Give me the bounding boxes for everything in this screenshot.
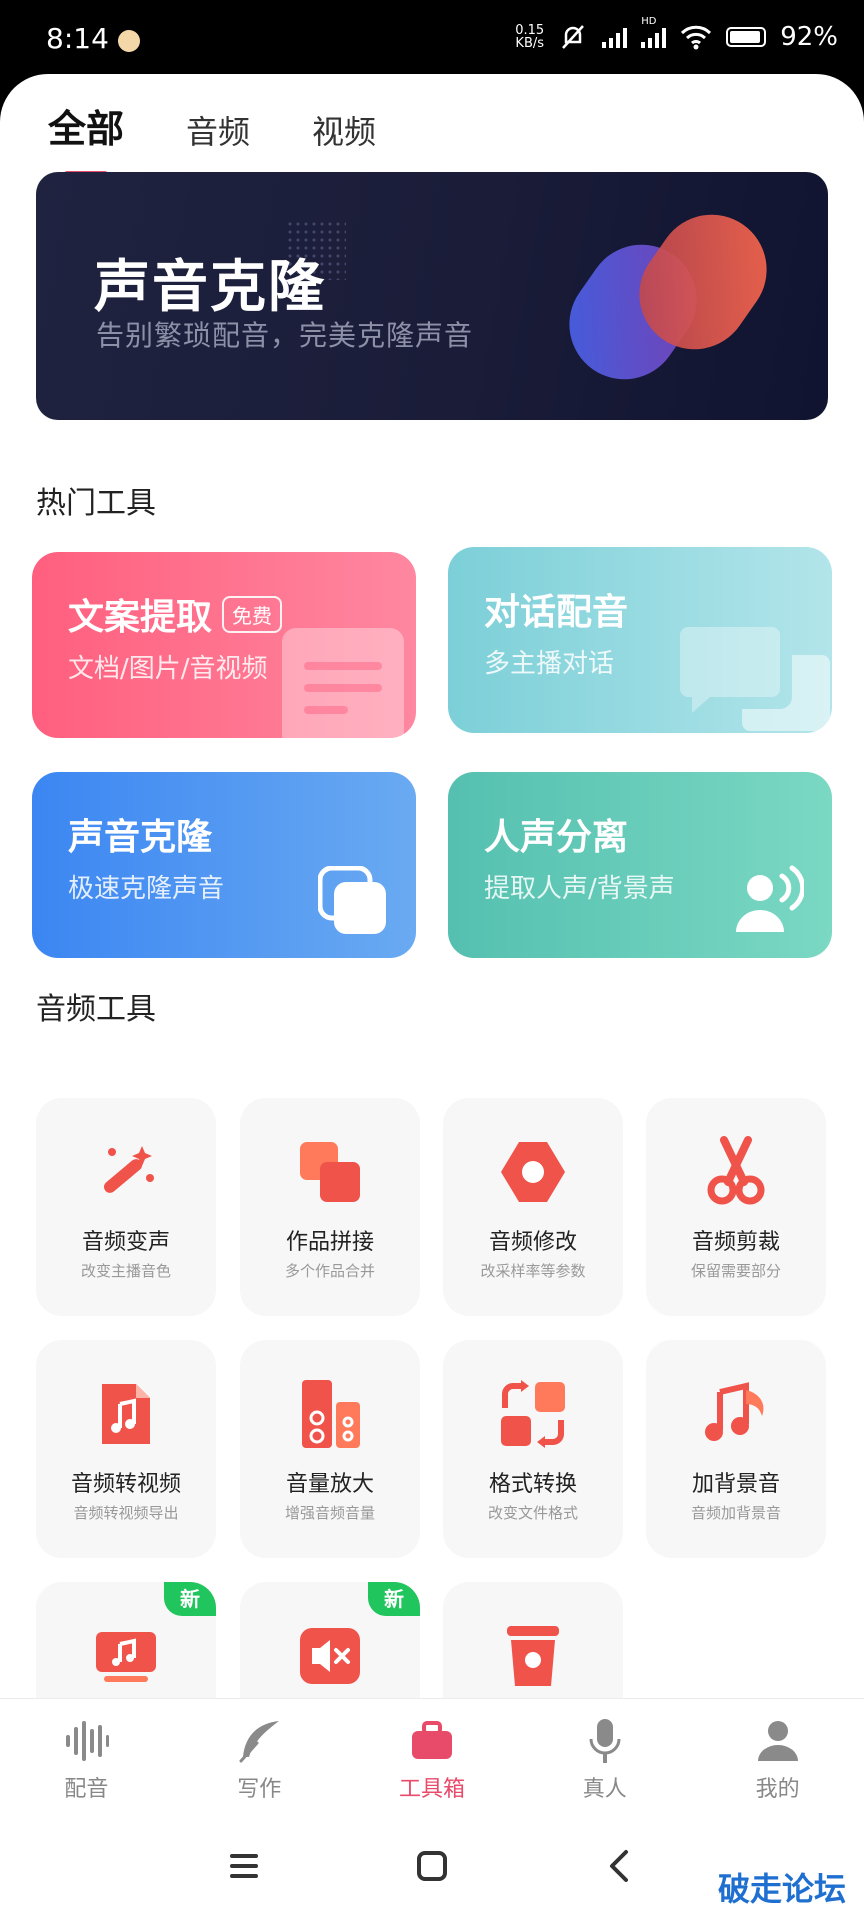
- tool-subtitle: 增强音频音量: [284, 1504, 375, 1522]
- profile-icon: [757, 1721, 798, 1761]
- new-badge: 新: [164, 1582, 216, 1616]
- tab-video[interactable]: 视频: [312, 107, 376, 153]
- status-bar: 8:14 0.15 KB/s HD 92%: [0, 0, 864, 76]
- convert-icon: [501, 1380, 565, 1448]
- tool-subtitle: 保留需要部分: [690, 1262, 781, 1280]
- speaker-icon: [302, 1380, 360, 1448]
- tool-title: 音频剪裁: [691, 1230, 780, 1255]
- nav-label: 工具箱: [398, 1777, 465, 1802]
- audio-tool-volume-boost[interactable]: 音量放大 增强音频音量: [240, 1340, 420, 1558]
- nav-writing[interactable]: 写作: [173, 1699, 346, 1818]
- tool-title: 作品拼接: [285, 1230, 374, 1255]
- free-badge: 免费: [222, 595, 283, 633]
- notification-icon: [118, 30, 140, 52]
- chat-bubbles-icon: [680, 627, 830, 731]
- trash-icon: [507, 1626, 559, 1686]
- nav-label: 写作: [237, 1777, 282, 1802]
- watermark: 破走论坛: [717, 1870, 846, 1908]
- new-badge: 新: [368, 1582, 420, 1616]
- hot-tools-title: 热门工具: [36, 486, 156, 521]
- tab-audio[interactable]: 音频: [186, 107, 250, 153]
- nav-label: 我的: [755, 1777, 800, 1802]
- waveform-icon: [66, 1721, 110, 1761]
- signal-1-icon: [602, 26, 628, 48]
- merge-squares-icon: [300, 1142, 360, 1202]
- tool-title: 格式转换: [488, 1472, 577, 1497]
- category-tabs: 全部 音频 视频: [48, 98, 376, 177]
- clone-logo-icon: [569, 214, 767, 380]
- hd-label: HD: [641, 16, 657, 27]
- audio-tool-add-bgm[interactable]: 加背景音 音频加背景音: [646, 1340, 826, 1558]
- hot-tool-title: 人声分离: [484, 817, 629, 858]
- battery-percent: 92%: [780, 22, 838, 52]
- hot-tool-subtitle: 文档/图片/音视频: [68, 654, 268, 684]
- tool-subtitle: 音频转视频导出: [73, 1504, 179, 1522]
- banner-title: 声音克隆: [94, 255, 326, 320]
- banner-subtitle: 告别繁琐配音，完美克隆声音: [96, 319, 474, 352]
- microphone-icon: [589, 1719, 621, 1763]
- hot-tool-vocal-separation[interactable]: 人声分离 提取人声/背景声: [448, 772, 832, 958]
- audio-tool-merge[interactable]: 作品拼接 多个作品合并: [240, 1098, 420, 1316]
- tab-all[interactable]: 全部: [48, 98, 124, 177]
- nav-real-person[interactable]: 真人: [518, 1699, 691, 1818]
- audio-tool-trim[interactable]: 音频剪裁 保留需要部分: [646, 1098, 826, 1316]
- network-speed-unit: KB/s: [515, 36, 545, 51]
- feather-icon: [239, 1721, 280, 1763]
- tool-title: 音频转视频: [70, 1472, 181, 1497]
- hot-tool-title: 文案提取: [68, 597, 213, 638]
- hot-tool-subtitle: 多主播对话: [484, 649, 615, 679]
- audio-tool-audio-to-video[interactable]: 音频转视频 音频转视频导出: [36, 1340, 216, 1558]
- tool-title: 音频变声: [81, 1230, 170, 1255]
- tool-subtitle: 改采样率等参数: [480, 1262, 586, 1280]
- audio-tool-format-convert[interactable]: 格式转换 改变文件格式: [443, 1340, 623, 1558]
- mute-icon: [300, 1628, 360, 1684]
- nav-toolbox[interactable]: 工具箱: [346, 1699, 519, 1818]
- toolbox-icon: [411, 1721, 452, 1759]
- audio-tools-title: 音频工具: [36, 992, 156, 1027]
- hot-tool-dialog-dubbing[interactable]: 对话配音 多主播对话: [448, 547, 832, 733]
- hot-tool-title: 对话配音: [484, 592, 629, 633]
- hot-tool-title: 声音克隆: [68, 817, 213, 858]
- hex-nut-icon: [501, 1142, 565, 1202]
- signal-2-icon: HD: [641, 16, 667, 48]
- audio-tool-modify[interactable]: 音频修改 改采样率等参数: [443, 1098, 623, 1316]
- back-icon[interactable]: [600, 1846, 640, 1886]
- audio-tool-voice-change[interactable]: 音频变声 改变主播音色: [36, 1098, 216, 1316]
- home-icon[interactable]: [412, 1846, 452, 1886]
- music-note-icon: [705, 1382, 764, 1441]
- battery-icon: [726, 27, 767, 47]
- music-screen-icon: [96, 1632, 156, 1682]
- hot-tool-subtitle: 极速克隆声音: [68, 874, 225, 904]
- bottom-nav: 配音 写作 工具箱 真人 我的: [0, 1698, 864, 1818]
- tool-title: 音量放大: [285, 1472, 374, 1497]
- tool-title: 加背景音: [691, 1472, 780, 1497]
- hot-tool-subtitle: 提取人声/背景声: [484, 874, 675, 904]
- network-speed: 0.15 KB/s: [515, 24, 544, 50]
- system-nav-bar: 破走论坛: [0, 1818, 864, 1920]
- menu-icon[interactable]: [224, 1846, 264, 1886]
- person-voice-icon: [736, 865, 804, 932]
- magic-wand-icon: [103, 1146, 154, 1193]
- nav-label: 真人: [582, 1777, 627, 1802]
- tool-title: 音频修改: [488, 1230, 577, 1255]
- hot-tool-text-extract[interactable]: 文案提取 免费 文档/图片/音视频: [32, 552, 416, 738]
- nav-mine[interactable]: 我的: [691, 1699, 864, 1818]
- music-file-icon: [102, 1384, 150, 1444]
- tool-subtitle: 改变文件格式: [487, 1504, 578, 1522]
- voice-clone-banner[interactable]: 声音克隆 告别繁琐配音，完美克隆声音: [36, 172, 828, 420]
- tool-subtitle: 音频加背景音: [690, 1504, 781, 1522]
- tool-subtitle: 多个作品合并: [284, 1262, 375, 1280]
- tool-subtitle: 改变主播音色: [80, 1262, 171, 1280]
- nav-label: 配音: [64, 1777, 109, 1802]
- status-time: 8:14: [46, 22, 109, 55]
- nav-dubbing[interactable]: 配音: [0, 1699, 173, 1818]
- wifi-icon: [681, 25, 712, 50]
- scissors-icon: [707, 1136, 765, 1205]
- copy-icon: [318, 866, 386, 934]
- app-screen: 全部 音频 视频 声音克隆 告别繁琐配音，完美克隆声音 热门工具 文案提取 免费…: [0, 74, 864, 1920]
- silent-bell-icon: [562, 25, 585, 49]
- hot-tool-voice-clone[interactable]: 声音克隆 极速克隆声音: [32, 772, 416, 958]
- document-icon: [282, 628, 404, 738]
